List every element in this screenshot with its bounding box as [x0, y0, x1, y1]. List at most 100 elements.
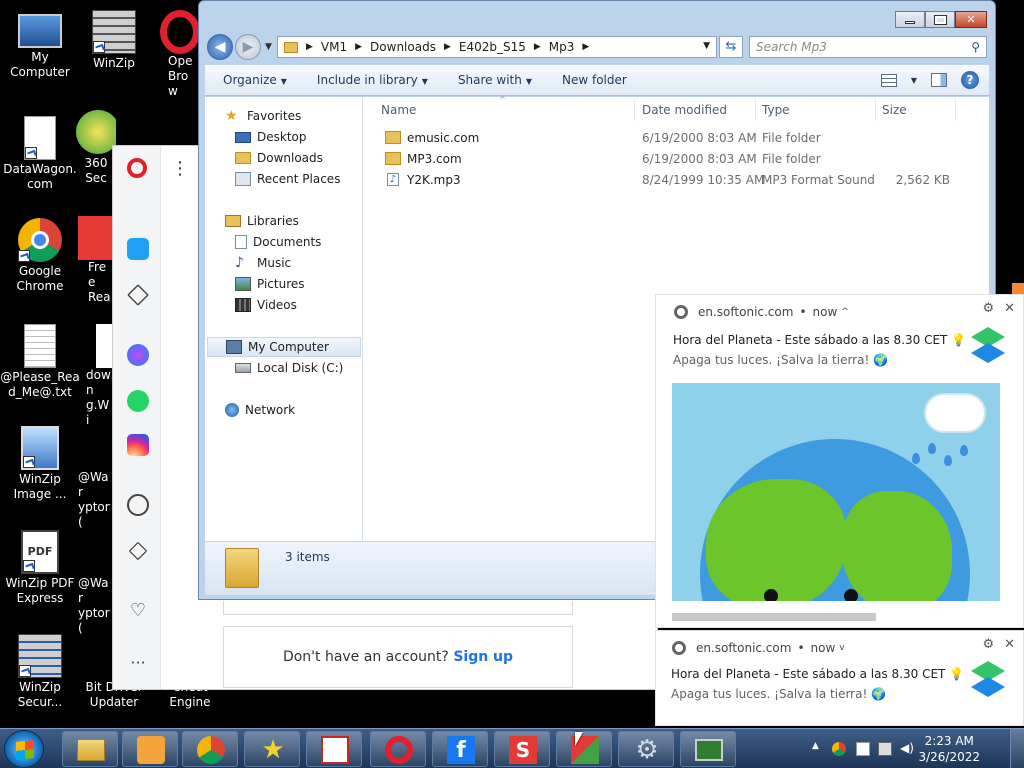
recent-pages-dropdown[interactable]: ▼: [265, 42, 272, 52]
share-with-button[interactable]: Share with ▼: [458, 73, 532, 87]
desktop-icon-opera[interactable]: Ope Brow: [160, 10, 198, 99]
messenger-icon[interactable]: [127, 344, 149, 366]
start-button[interactable]: [4, 730, 44, 768]
desktop-icon-winzip-pdf[interactable]: PDF WinZip PDF Express: [0, 530, 80, 606]
organize-button[interactable]: Organize ▼: [223, 73, 287, 87]
send-icon[interactable]: [128, 541, 148, 561]
desktop-icon-360[interactable]: 360 Sec: [76, 110, 116, 186]
nav-documents[interactable]: Documents: [235, 232, 321, 252]
nav-downloads[interactable]: Downloads: [235, 148, 323, 168]
breadcrumb-item[interactable]: Downloads: [370, 40, 436, 54]
taskbar-star-app[interactable]: ★: [244, 731, 300, 767]
opera-logo-icon[interactable]: [127, 158, 147, 178]
include-in-library-button[interactable]: Include in library ▼: [317, 73, 428, 87]
table-row[interactable]: ♪ Y2K.mp3 8/24/1999 10:35 AM MP3 Format …: [363, 170, 983, 191]
maximize-button[interactable]: [925, 11, 955, 28]
desktop-icon-winzip[interactable]: WinZip: [74, 10, 154, 71]
column-header-date-modified[interactable]: Date modified: [636, 99, 756, 121]
table-row[interactable]: emusic.com 6/19/2000 8:03 AM File folder: [363, 128, 983, 149]
taskbar-app[interactable]: [556, 731, 612, 767]
breadcrumb-separator-icon[interactable]: ▶: [582, 42, 589, 52]
horizontal-scrollbar[interactable]: [672, 613, 876, 621]
breadcrumb-separator-icon[interactable]: ▶: [444, 42, 451, 52]
column-header-name[interactable]: Name: [375, 99, 635, 121]
signup-link[interactable]: Sign up: [453, 649, 513, 665]
nav-desktop[interactable]: Desktop: [235, 127, 307, 147]
taskbar-monitor[interactable]: [680, 731, 736, 767]
notification-card[interactable]: en.softonic.com • now v ⚙ ✕ Hora del Pla…: [655, 630, 1024, 726]
clock[interactable]: 2:23 AM 3/26/2022: [918, 733, 980, 765]
taskbar-opera[interactable]: [370, 731, 426, 767]
desktop-icon-please-read-me[interactable]: @Please_Read_Me@.txt: [0, 324, 80, 400]
nav-network[interactable]: Network: [225, 400, 295, 420]
breadcrumb-separator-icon[interactable]: ▶: [534, 42, 541, 52]
whatsapp-icon[interactable]: [127, 390, 149, 412]
chevron-up-icon[interactable]: ^: [841, 307, 849, 317]
player-icon[interactable]: [127, 494, 149, 516]
breadcrumb-item[interactable]: E402b_S15: [459, 40, 526, 54]
desktop-icon-warning-1[interactable]: @War yptor(: [78, 470, 112, 530]
desktop-icon-datawagon[interactable]: DataWagon.com: [0, 116, 80, 192]
flag-icon[interactable]: [856, 742, 870, 756]
desktop-icon-winzip-secure[interactable]: WinZip Secur...: [0, 634, 80, 710]
taskbar-facebook[interactable]: f: [432, 731, 488, 767]
address-dropdown-icon[interactable]: ▼: [703, 41, 710, 51]
notification-card[interactable]: en.softonic.com • now ^ ⚙ ✕ Hora del Pla…: [655, 294, 1024, 628]
taskbar-pdf[interactable]: [306, 731, 362, 767]
desktop-icon-warning-2[interactable]: @War yptor(: [78, 576, 112, 636]
column-header-size[interactable]: Size: [876, 99, 956, 121]
nav-favorites[interactable]: ★ Favorites: [225, 106, 301, 126]
desktop-icon-free-reader[interactable]: Free Rea: [78, 216, 112, 305]
minimize-button[interactable]: [895, 11, 925, 28]
search-icon[interactable]: ⚲: [971, 37, 980, 57]
close-icon[interactable]: ✕: [1004, 301, 1015, 316]
form-field-box[interactable]: [223, 601, 573, 615]
breadcrumb-separator-icon[interactable]: ▶: [355, 42, 362, 52]
nav-recent-places[interactable]: Recent Places: [235, 169, 340, 189]
forward-button[interactable]: ▶: [235, 34, 261, 60]
taskbar-cheat-engine[interactable]: ⚙: [618, 731, 674, 767]
refresh-button[interactable]: ⇆: [719, 36, 743, 58]
nav-pictures[interactable]: Pictures: [235, 274, 305, 294]
show-hidden-icons-icon[interactable]: ▲: [812, 741, 826, 755]
view-dropdown-icon[interactable]: ▼: [911, 76, 917, 85]
preview-pane-icon[interactable]: [931, 73, 947, 87]
column-header-type[interactable]: Type: [756, 99, 876, 121]
breadcrumb-item[interactable]: VM1: [321, 40, 347, 54]
new-folder-button[interactable]: New folder: [562, 73, 627, 87]
show-desktop-button[interactable]: [1010, 729, 1024, 768]
gear-icon[interactable]: ⚙: [982, 637, 994, 652]
chrome-tray-icon[interactable]: [832, 742, 846, 756]
taskbar-explorer[interactable]: [62, 731, 118, 767]
nav-music[interactable]: ♪ Music: [235, 253, 291, 273]
more-icon[interactable]: ···: [127, 652, 149, 674]
desktop-icon-winzip-image[interactable]: WinZip Image ...: [0, 426, 80, 502]
search-input[interactable]: Search Mp3 ⚲: [749, 36, 987, 58]
volume-icon[interactable]: ◀): [900, 741, 914, 755]
breadcrumb-item[interactable]: Mp3: [549, 40, 575, 54]
nav-libraries[interactable]: Libraries: [225, 211, 299, 231]
bookmarks-star-icon[interactable]: [127, 284, 149, 306]
nav-my-computer[interactable]: My Computer: [207, 337, 361, 357]
network-tray-icon[interactable]: [878, 742, 892, 756]
desktop-icon-google-chrome[interactable]: Google Chrome: [0, 218, 80, 294]
gear-icon[interactable]: ⚙: [982, 301, 994, 316]
taskbar-media-player[interactable]: [122, 731, 178, 767]
chevron-down-icon[interactable]: v: [839, 643, 844, 653]
heart-icon[interactable]: ♡: [127, 600, 149, 622]
close-button[interactable]: ✕: [955, 11, 987, 28]
nav-local-disk[interactable]: Local Disk (C:): [235, 358, 343, 378]
menu-dots-icon[interactable]: ⋮: [171, 158, 189, 179]
desktop-icon-my-computer[interactable]: My Computer: [0, 10, 80, 80]
breadcrumb-separator-icon[interactable]: ▶: [306, 42, 313, 52]
help-icon[interactable]: ?: [961, 71, 979, 89]
view-options-icon[interactable]: [880, 73, 897, 87]
back-button[interactable]: ◀: [207, 34, 233, 60]
taskbar-softonic[interactable]: S: [494, 731, 550, 767]
desktop-icon-download[interactable]: down g.Wi: [78, 324, 112, 428]
nav-videos[interactable]: Videos: [235, 295, 297, 315]
taskbar-chrome[interactable]: [182, 731, 238, 767]
address-bar[interactable]: ▶ VM1 ▶ Downloads ▶ E402b_S15 ▶ Mp3 ▶ ▼: [277, 36, 717, 58]
table-row[interactable]: MP3.com 6/19/2000 8:03 AM File folder: [363, 149, 983, 170]
close-icon[interactable]: ✕: [1004, 637, 1015, 652]
